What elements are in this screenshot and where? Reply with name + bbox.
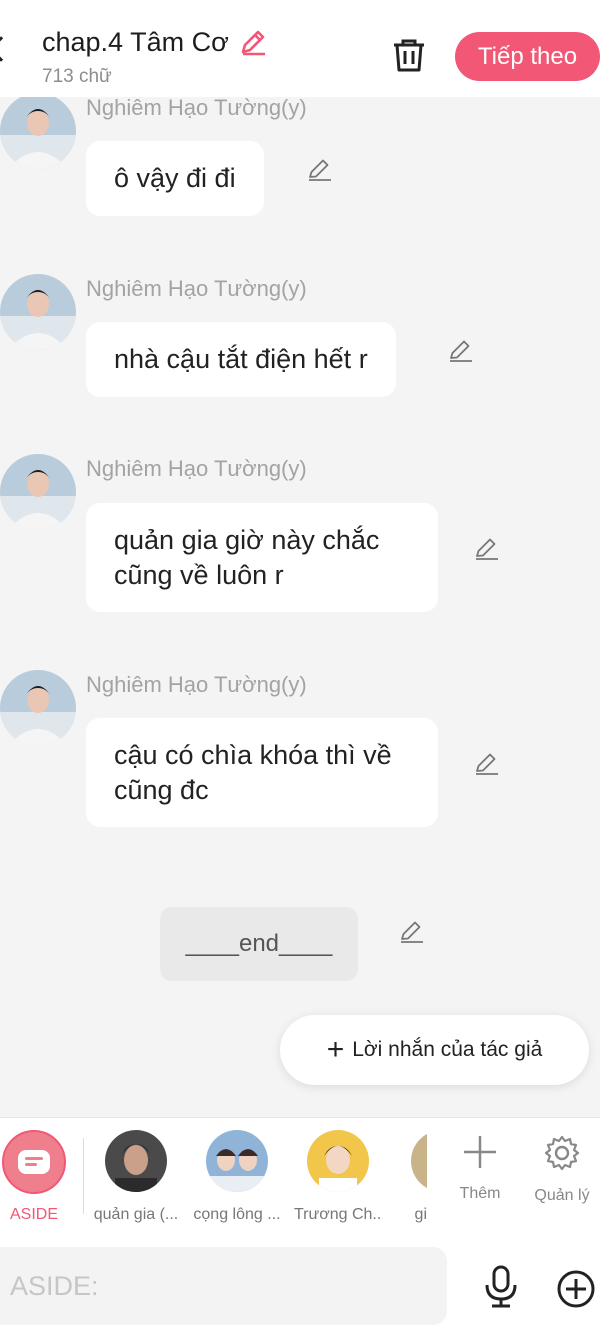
character-label: quản gia (... — [93, 1206, 179, 1223]
character-label: cọng lông ... — [193, 1206, 281, 1223]
add-character-button[interactable]: Thêm — [445, 1134, 515, 1203]
microphone-icon[interactable] — [482, 1265, 520, 1309]
end-bubble[interactable]: ____end____ — [160, 907, 358, 981]
character-item[interactable]: Trương Ch... — [294, 1130, 382, 1224]
sender-name: Nghiêm Hạo Tường(y) — [86, 672, 307, 697]
avatar[interactable] — [0, 670, 76, 746]
message-input[interactable] — [0, 1247, 447, 1325]
divider — [83, 1138, 84, 1214]
edit-message-icon[interactable] — [447, 336, 475, 364]
character-bar: ASIDE quản gia (... cọng lông ... Trương… — [0, 1117, 600, 1235]
back-icon[interactable] — [0, 36, 14, 62]
add-circle-icon[interactable] — [556, 1269, 596, 1309]
manage-characters-button[interactable]: Quản lý — [527, 1134, 597, 1205]
edit-message-icon[interactable] — [473, 534, 501, 562]
message-bubble[interactable]: ô vậy đi đi — [86, 141, 264, 216]
avatar — [105, 1130, 167, 1192]
avatar — [307, 1130, 369, 1192]
edit-end-icon[interactable] — [398, 917, 426, 945]
chat-area[interactable]: Nghiêm Hạo Tường(y) ô vậy đi đi Nghiêm H… — [0, 97, 600, 1117]
edit-message-icon[interactable] — [306, 155, 334, 183]
avatar — [206, 1130, 268, 1192]
header: chap.4 Tâm Cơ 713 chữ Tiếp theo — [0, 0, 600, 97]
message-bubble[interactable]: nhà cậu tắt điện hết r — [86, 322, 396, 397]
input-bar — [0, 1235, 600, 1334]
sender-name: Nghiêm Hạo Tường(y) — [86, 97, 307, 120]
title-row: chap.4 Tâm Cơ — [42, 26, 269, 58]
plus-icon: + — [326, 1033, 345, 1066]
aside-chat-icon — [2, 1130, 66, 1194]
add-label: Thêm — [459, 1185, 501, 1202]
avatar[interactable] — [0, 274, 76, 350]
edit-message-icon[interactable] — [473, 749, 501, 777]
message-bubble[interactable]: cậu có chìa khóa thì về cũng đc — [86, 718, 438, 827]
author-note-label: Lời nhắn của tác giả — [352, 1038, 543, 1061]
word-count: 713 chữ — [42, 66, 112, 87]
character-aside[interactable]: ASIDE — [0, 1130, 78, 1224]
gear-icon — [544, 1135, 580, 1171]
sender-name: Nghiêm Hạo Tường(y) — [86, 456, 307, 481]
character-item[interactable]: gi — [393, 1130, 427, 1224]
chapter-title[interactable]: chap.4 Tâm Cơ — [42, 27, 229, 58]
character-item[interactable]: cọng lông ... — [193, 1130, 281, 1224]
character-label: Trương Ch... — [294, 1206, 382, 1223]
author-note-button[interactable]: + Lời nhắn của tác giả — [280, 1015, 589, 1085]
next-button[interactable]: Tiếp theo — [455, 32, 600, 81]
message-bubble[interactable]: quản gia giờ này chắc cũng về luôn r — [86, 503, 438, 612]
avatar[interactable] — [0, 97, 76, 169]
edit-title-icon[interactable] — [237, 26, 269, 58]
sender-name: Nghiêm Hạo Tường(y) — [86, 276, 307, 301]
plus-icon — [464, 1136, 496, 1168]
character-label: ASIDE — [9, 1206, 58, 1223]
character-label: gi — [414, 1206, 427, 1223]
avatar — [411, 1130, 427, 1192]
manage-label: Quản lý — [534, 1187, 590, 1204]
avatar[interactable] — [0, 454, 76, 530]
trash-icon[interactable] — [390, 36, 428, 74]
character-item[interactable]: quản gia (... — [92, 1130, 180, 1224]
